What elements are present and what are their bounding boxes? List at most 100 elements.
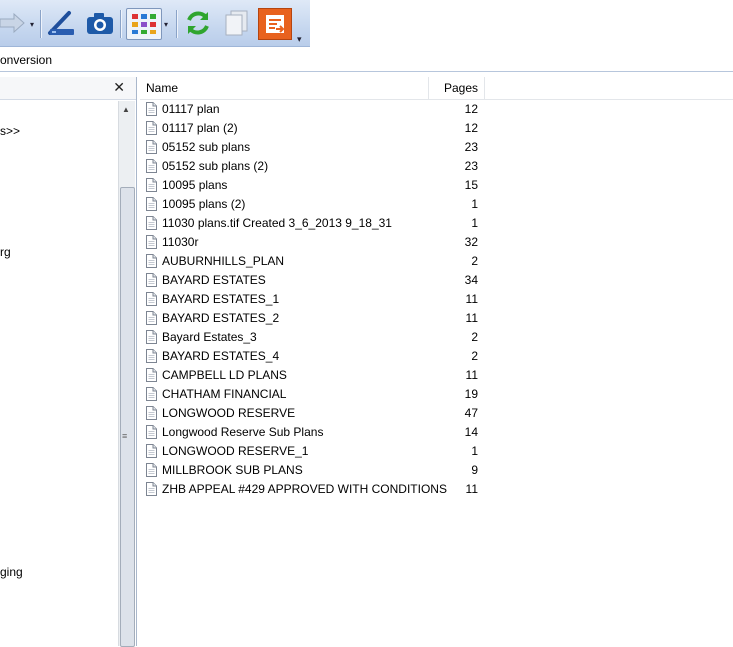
file-pages: 1 [471,216,478,230]
document-icon [146,425,157,439]
forward-arrow-icon[interactable] [0,8,30,38]
file-pages: 11 [465,482,478,496]
file-name: BAYARD ESTATES [162,273,266,287]
copy-pages-icon[interactable] [220,8,252,38]
file-name: 10095 plans [162,178,228,192]
file-row[interactable]: AUBURNHILLS_PLAN 2 [140,252,500,271]
document-icon [146,444,157,458]
document-icon [146,197,157,211]
file-pages: 1 [471,197,478,211]
file-row[interactable]: BAYARD ESTATES_4 2 [140,347,500,366]
file-name: LONGWOOD RESERVE_1 [162,444,309,458]
file-row[interactable]: LONGWOOD RESERVE_1 1 [140,442,500,461]
file-list: Name Pages 01117 plan 12 01117 plan (2) 12 0… [140,77,733,646]
file-row[interactable]: 01117 plan (2) 12 [140,119,500,138]
document-icon [146,292,157,306]
file-row[interactable]: BAYARD ESTATES_1 11 [140,290,500,309]
document-icon [146,482,157,496]
file-pages: 2 [471,349,478,363]
file-name: MILLBROOK SUB PLANS [162,463,303,477]
file-row[interactable]: BAYARD ESTATES 34 [140,271,500,290]
file-pages: 9 [471,463,478,477]
document-icon [146,349,157,363]
document-icon [146,368,157,382]
file-name: 05152 sub plans [162,140,251,154]
file-name: CHATHAM FINANCIAL [162,387,287,401]
file-pages: 15 [464,178,478,192]
grid-view-icon[interactable] [126,8,162,40]
file-pages: 47 [464,406,478,420]
file-name: LONGWOOD RESERVE [162,406,296,420]
address-text: onversion [0,53,53,67]
file-row[interactable]: MILLBROOK SUB PLANS 9 [140,461,500,480]
file-row[interactable]: BAYARD ESTATES_2 11 [140,309,500,328]
column-header-pages[interactable]: Pages [429,77,485,99]
toolbar: ▾ ▾ ▾ [0,0,310,47]
forward-dropdown-icon[interactable]: ▾ [30,20,34,29]
file-name: ZHB APPEAL #429 APPROVED WITH CONDITIONS [162,482,447,496]
document-icon [146,311,157,325]
file-pages: 11 [465,311,478,325]
file-name: BAYARD ESTATES_4 [162,349,280,363]
address-bar[interactable]: onversion [0,50,733,72]
document-icon [146,406,157,420]
column-header-name[interactable]: Name [140,77,429,99]
scrollbar-thumb[interactable] [120,187,135,647]
scroll-up-icon[interactable]: ▲ [122,105,130,114]
refresh-icon[interactable] [182,8,214,38]
document-icon [146,235,157,249]
file-pages: 23 [464,159,478,173]
folder-panel: ✕ s>> rg ging ▲ ≡ [0,77,137,647]
file-name: 10095 plans (2) [162,197,246,211]
file-name: BAYARD ESTATES_1 [162,292,280,306]
toolbar-overflow-icon[interactable]: ▾ [297,34,302,45]
close-icon[interactable]: ✕ [113,79,125,96]
camera-icon[interactable] [84,8,116,38]
file-row[interactable]: CHATHAM FINANCIAL 19 [140,385,500,404]
document-icon [146,178,157,192]
file-pages: 1 [471,444,478,458]
scrollbar-grip-icon: ≡ [122,431,128,441]
document-icon [146,387,157,401]
file-row[interactable]: 10095 plans 15 [140,176,500,195]
file-name: 01117 plan (2) [162,121,238,135]
file-row[interactable]: CAMPBELL LD PLANS 11 [140,366,500,385]
file-name: 11030r [162,235,199,249]
document-icon [146,140,157,154]
document-icon [146,463,157,477]
file-pages: 11 [465,368,478,382]
file-pages: 2 [471,254,478,268]
file-row[interactable]: LONGWOOD RESERVE 47 [140,404,500,423]
folder-item[interactable]: ging [0,565,23,579]
file-row[interactable]: Bayard Estates_3 2 [140,328,500,347]
convert-icon[interactable] [258,8,292,40]
folder-item[interactable]: s>> [0,124,20,138]
file-row[interactable]: Longwood Reserve Sub Plans 14 [140,423,500,442]
file-name: 05152 sub plans (2) [162,159,269,173]
folder-panel-header: ✕ [0,77,136,100]
file-row[interactable]: 05152 sub plans 23 [140,138,500,157]
file-pages: 2 [471,330,478,344]
file-name: 11030 plans.tif Created 3_6_2013 9_18_31 [162,216,392,230]
file-row[interactable]: 11030r 32 [140,233,500,252]
file-pages: 11 [465,292,478,306]
toolbar-separator [120,10,121,38]
file-pages: 32 [464,235,478,249]
vertical-scrollbar[interactable]: ▲ ≡ [118,101,135,647]
file-row[interactable]: ZHB APPEAL #429 APPROVED WITH CONDITIONS… [140,480,500,499]
file-row[interactable]: 11030 plans.tif Created 3_6_2013 9_18_31… [140,214,500,233]
file-row[interactable]: 05152 sub plans (2) 23 [140,157,500,176]
scanner-icon[interactable] [46,8,78,38]
file-row[interactable]: 01117 plan 12 [140,100,500,119]
file-pages: 14 [464,425,478,439]
file-row[interactable]: 10095 plans (2) 1 [140,195,500,214]
file-name: Longwood Reserve Sub Plans [162,425,324,439]
file-name: CAMPBELL LD PLANS [162,368,287,382]
file-name: BAYARD ESTATES_2 [162,311,280,325]
file-name: 01117 plan [162,102,220,116]
toolbar-blank [310,0,733,47]
folder-item[interactable]: rg [0,245,11,259]
view-dropdown-icon[interactable]: ▾ [164,20,168,29]
file-name: Bayard Estates_3 [162,330,257,344]
column-header: Name Pages [140,77,733,100]
